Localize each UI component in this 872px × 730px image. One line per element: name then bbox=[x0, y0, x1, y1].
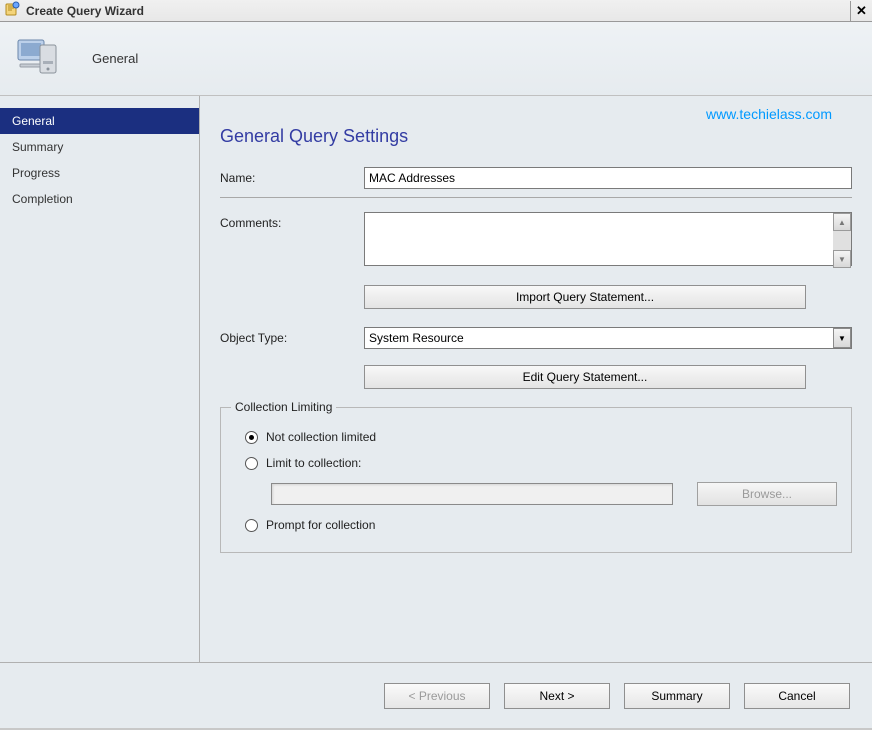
edit-query-button[interactable]: Edit Query Statement... bbox=[364, 365, 806, 389]
radio-prompt-label: Prompt for collection bbox=[266, 518, 375, 532]
name-input[interactable] bbox=[364, 167, 852, 189]
radio-not-limited-label: Not collection limited bbox=[266, 430, 376, 444]
radio-prompt[interactable] bbox=[245, 519, 258, 532]
window-title: Create Query Wizard bbox=[26, 4, 144, 18]
wizard-icon bbox=[4, 1, 20, 20]
sidebar-item-general[interactable]: General bbox=[0, 108, 199, 134]
collection-path-input bbox=[271, 483, 673, 505]
cancel-button[interactable]: Cancel bbox=[744, 683, 850, 709]
textarea-scrollbar[interactable]: ▲ ▼ bbox=[833, 213, 851, 268]
object-type-select[interactable] bbox=[364, 327, 852, 349]
sidebar-item-progress[interactable]: Progress bbox=[0, 160, 199, 186]
computer-icon bbox=[14, 32, 64, 85]
sidebar-item-label: General bbox=[12, 114, 55, 128]
sidebar-item-label: Summary bbox=[12, 140, 63, 154]
divider bbox=[220, 197, 852, 198]
scroll-down-icon[interactable]: ▼ bbox=[833, 250, 851, 268]
banner-title: General bbox=[92, 51, 138, 66]
radio-not-limited[interactable] bbox=[245, 431, 258, 444]
import-query-button[interactable]: Import Query Statement... bbox=[364, 285, 806, 309]
banner: General bbox=[0, 22, 872, 96]
title-bar: Create Query Wizard ✕ bbox=[0, 0, 872, 22]
sidebar-item-label: Completion bbox=[12, 192, 73, 206]
close-button[interactable]: ✕ bbox=[850, 1, 872, 21]
sidebar-item-summary[interactable]: Summary bbox=[0, 134, 199, 160]
wizard-footer: < Previous Next > Summary Cancel bbox=[0, 662, 872, 728]
comments-textarea[interactable] bbox=[364, 212, 852, 266]
page-title: General Query Settings bbox=[220, 126, 872, 147]
scroll-up-icon[interactable]: ▲ bbox=[833, 213, 851, 231]
collection-limiting-group: Collection Limiting Not collection limit… bbox=[220, 407, 852, 553]
comments-label: Comments: bbox=[220, 212, 364, 230]
name-label: Name: bbox=[220, 167, 364, 185]
sidebar-item-completion[interactable]: Completion bbox=[0, 186, 199, 212]
object-type-label: Object Type: bbox=[220, 327, 364, 345]
browse-button: Browse... bbox=[697, 482, 837, 506]
radio-limit-to-label: Limit to collection: bbox=[266, 456, 361, 470]
watermark-link[interactable]: www.techielass.com bbox=[706, 106, 832, 122]
previous-button: < Previous bbox=[384, 683, 490, 709]
chevron-down-icon[interactable]: ▼ bbox=[833, 328, 851, 348]
content-pane: www.techielass.com General Query Setting… bbox=[200, 96, 872, 662]
group-legend: Collection Limiting bbox=[231, 400, 336, 414]
summary-button[interactable]: Summary bbox=[624, 683, 730, 709]
wizard-sidebar: General Summary Progress Completion bbox=[0, 96, 200, 662]
next-button[interactable]: Next > bbox=[504, 683, 610, 709]
sidebar-item-label: Progress bbox=[12, 166, 60, 180]
radio-limit-to[interactable] bbox=[245, 457, 258, 470]
